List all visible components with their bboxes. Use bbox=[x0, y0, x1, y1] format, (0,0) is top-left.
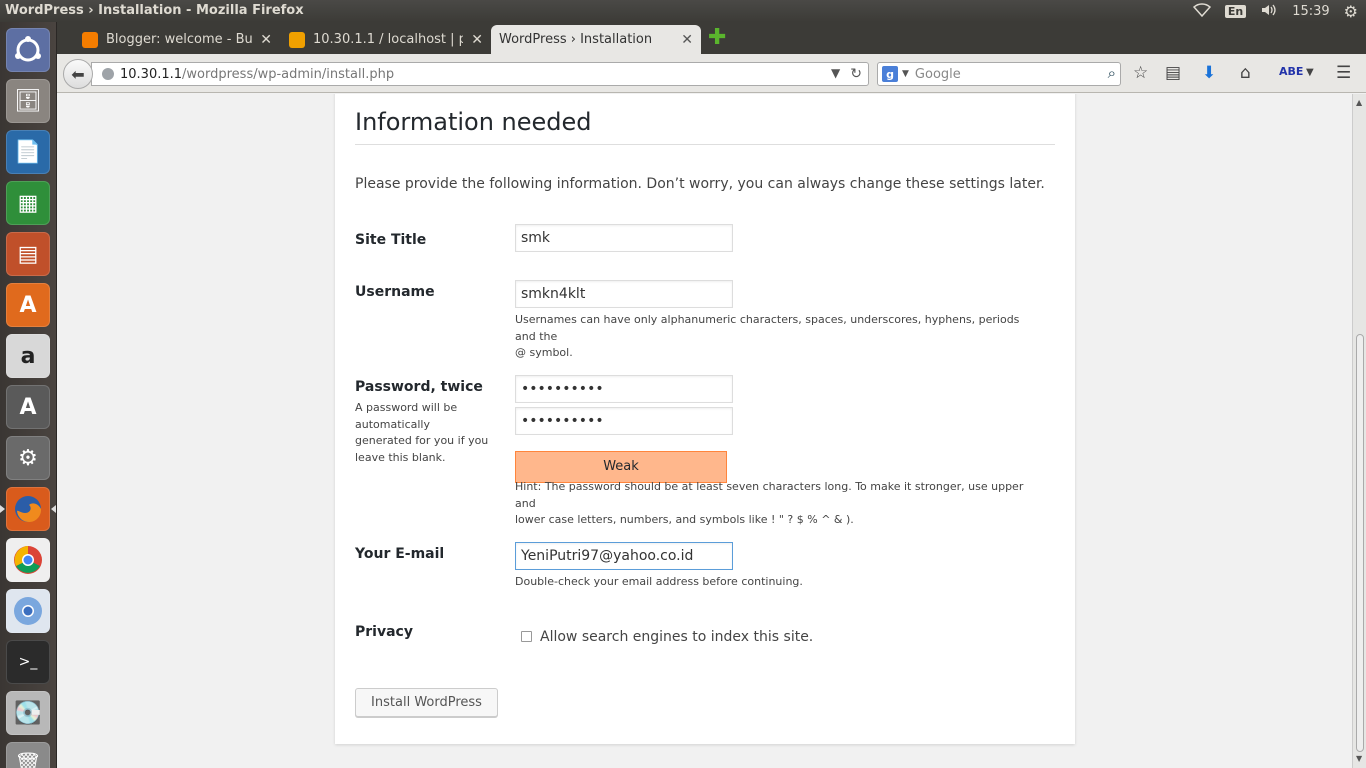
scroll-down-icon[interactable]: ▼ bbox=[1356, 754, 1362, 763]
close-icon[interactable]: ✕ bbox=[471, 32, 483, 48]
url-bar[interactable]: 10.30.1.1/wordpress/wp-admin/install.php… bbox=[91, 62, 869, 86]
username-input[interactable] bbox=[515, 280, 733, 308]
libreoffice-writer-icon[interactable]: 📄 bbox=[6, 130, 50, 174]
page-content: Information needed Please provide the fo… bbox=[57, 94, 1352, 768]
libreoffice-impress-icon[interactable]: ▤ bbox=[6, 232, 50, 276]
new-tab-icon[interactable]: ✚ bbox=[708, 27, 726, 49]
close-icon[interactable]: ✕ bbox=[260, 32, 272, 48]
username-label: Username bbox=[355, 284, 435, 300]
firefox-icon[interactable] bbox=[0, 487, 56, 531]
panel-indicators: En 15:39 ⚙ bbox=[1192, 2, 1358, 21]
tab-label: Blogger: welcome - Bua... bbox=[106, 32, 253, 47]
reload-icon[interactable]: ↻ bbox=[850, 66, 862, 82]
keyboard-language-indicator[interactable]: En bbox=[1224, 5, 1247, 18]
search-placeholder: Google bbox=[914, 66, 961, 82]
volume-icon[interactable] bbox=[1260, 3, 1278, 21]
chevron-down-icon[interactable]: ▼ bbox=[1306, 67, 1314, 78]
scroll-up-icon[interactable]: ▲ bbox=[1356, 98, 1362, 107]
chrome-icon[interactable] bbox=[6, 538, 50, 582]
amazon-icon[interactable]: a bbox=[6, 334, 50, 378]
tab-strip: Blogger: welcome - Bua... ✕ 10.30.1.1 / … bbox=[57, 22, 1366, 54]
chromium-icon[interactable] bbox=[6, 589, 50, 633]
site-title-label: Site Title bbox=[355, 232, 427, 248]
back-button[interactable]: ⬅ bbox=[63, 59, 93, 89]
ubuntu-dash-icon[interactable] bbox=[6, 28, 50, 72]
adblock-icon[interactable]: ABE bbox=[1279, 65, 1303, 78]
page-scrollbar[interactable]: ▲ ▼ bbox=[1352, 94, 1366, 768]
tab-label: 10.30.1.1 / localhost | p... bbox=[313, 32, 464, 47]
disk-drive-icon[interactable]: 💽 bbox=[6, 691, 50, 735]
email-hint: Double-check your email address before c… bbox=[515, 575, 803, 588]
bookmarks-menu-icon[interactable]: ▤ bbox=[1165, 63, 1181, 83]
trash-icon[interactable]: 🗑 bbox=[6, 742, 50, 768]
back-arrow-icon: ⬅ bbox=[71, 64, 85, 84]
terminal-icon[interactable]: >_ bbox=[6, 640, 50, 684]
software-center-icon[interactable]: A bbox=[6, 283, 50, 327]
google-engine-icon[interactable]: g bbox=[882, 66, 898, 82]
username-hint: Usernames can have only alphanumeric cha… bbox=[515, 313, 1020, 359]
libreoffice-calc-icon[interactable]: ▦ bbox=[6, 181, 50, 225]
url-path: /wordpress/wp-admin/install.php bbox=[182, 66, 395, 82]
install-wordpress-button[interactable]: Install WordPress bbox=[355, 688, 498, 717]
tab-phpmyadmin[interactable]: 10.30.1.1 / localhost | p... ✕ bbox=[281, 25, 491, 54]
chevron-down-icon[interactable]: ▼ bbox=[902, 69, 909, 79]
scrollbar-thumb[interactable] bbox=[1356, 334, 1364, 752]
history-dropdown-icon[interactable]: ▼ bbox=[831, 66, 840, 82]
email-input[interactable] bbox=[515, 542, 733, 570]
window-title: WordPress › Installation - Mozilla Firef… bbox=[5, 3, 304, 18]
install-form-card: Information needed Please provide the fo… bbox=[335, 94, 1075, 744]
search-bar[interactable]: g ▼ Google ⌕ bbox=[877, 62, 1121, 86]
password-input[interactable] bbox=[515, 375, 733, 403]
password-confirm-input[interactable] bbox=[515, 407, 733, 435]
home-icon[interactable]: ⌂ bbox=[1240, 63, 1251, 83]
password-note: A password will be automatically generat… bbox=[355, 401, 489, 464]
privacy-label: Privacy bbox=[355, 624, 413, 640]
tab-blogger[interactable]: Blogger: welcome - Bua... ✕ bbox=[74, 25, 280, 54]
tab-label: WordPress › Installation bbox=[499, 32, 653, 47]
software-updater-icon[interactable]: A bbox=[6, 385, 50, 429]
search-icon[interactable]: ⌕ bbox=[1108, 64, 1116, 82]
unity-launcher: 🗄 📄 ▦ ▤ A a A ⚙ >_ 💽 🗑 bbox=[0, 22, 57, 768]
password-label: Password, twice bbox=[355, 379, 483, 395]
navigation-bar: 10.30.1.1/wordpress/wp-admin/install.php… bbox=[57, 54, 1366, 93]
site-identity-icon[interactable] bbox=[102, 68, 114, 80]
email-label: Your E-mail bbox=[355, 546, 445, 562]
phpmyadmin-favicon-icon bbox=[289, 31, 305, 48]
search-engine-visibility-label[interactable]: Allow search engines to index this site. bbox=[540, 629, 813, 645]
intro-text: Please provide the following information… bbox=[355, 176, 1045, 192]
password-hint: Hint: The password should be at least se… bbox=[515, 480, 1024, 526]
top-panel: WordPress › Installation - Mozilla Firef… bbox=[0, 0, 1366, 22]
file-manager-icon[interactable]: 🗄 bbox=[6, 79, 50, 123]
search-engine-visibility-checkbox[interactable] bbox=[521, 631, 532, 642]
url-host: 10.30.1.1 bbox=[120, 66, 183, 82]
bookmark-star-icon[interactable]: ☆ bbox=[1133, 63, 1148, 83]
gear-icon[interactable]: ⚙ bbox=[1344, 2, 1358, 21]
blogger-favicon-icon bbox=[82, 31, 98, 48]
tab-wordpress-installation[interactable]: WordPress › Installation ✕ bbox=[491, 25, 701, 54]
download-icon[interactable]: ⬇ bbox=[1202, 63, 1216, 83]
site-title-input[interactable] bbox=[515, 224, 733, 252]
hamburger-menu-icon[interactable]: ☰ bbox=[1336, 63, 1351, 83]
close-icon[interactable]: ✕ bbox=[681, 32, 693, 48]
wifi-icon[interactable] bbox=[1192, 2, 1211, 21]
clock[interactable]: 15:39 bbox=[1292, 4, 1329, 19]
page-title: Information needed bbox=[355, 108, 1055, 145]
system-settings-icon[interactable]: ⚙ bbox=[6, 436, 50, 480]
